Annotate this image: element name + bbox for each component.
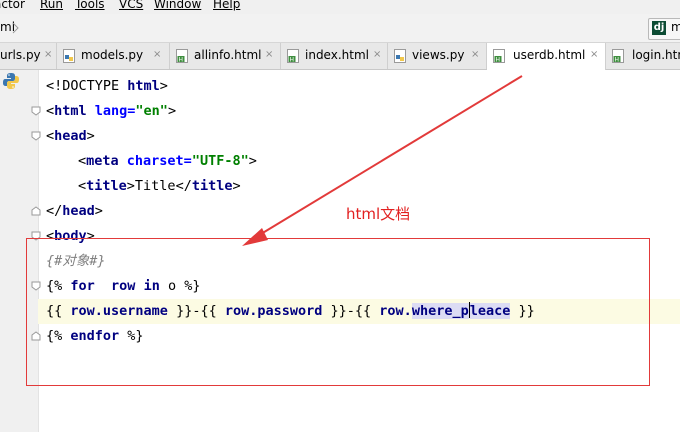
python-file-icon bbox=[63, 49, 75, 63]
menu-window[interactable]: Window bbox=[154, 0, 201, 11]
menu-window-label: Window bbox=[154, 0, 202, 11]
python-logo-icon bbox=[3, 73, 19, 89]
editor-tab-bar: urls.py × models.py × H allinfo.html × H… bbox=[0, 43, 680, 70]
code-token: Title bbox=[134, 178, 176, 194]
tab-label: login.htm bbox=[632, 48, 680, 62]
code-token: < bbox=[46, 103, 55, 119]
tab-login-html[interactable]: H login.htm bbox=[606, 43, 680, 69]
tab-index-html[interactable]: H index.html × bbox=[281, 43, 388, 69]
run-configuration-selector[interactable]: dj m bbox=[648, 18, 680, 40]
tab-label: userdb.html bbox=[513, 48, 586, 62]
code-token: > bbox=[159, 78, 168, 94]
code-token: lang= bbox=[94, 103, 136, 119]
fold-marker-icon[interactable] bbox=[31, 106, 41, 116]
code-line-1: <!DOCTYPE html> bbox=[46, 76, 168, 96]
fold-marker-icon[interactable] bbox=[31, 131, 41, 141]
code-token: < bbox=[78, 178, 87, 194]
close-icon[interactable]: × bbox=[265, 49, 273, 60]
code-token: > bbox=[248, 153, 257, 169]
tab-allinfo-html[interactable]: H allinfo.html × bbox=[170, 43, 281, 69]
code-token: charset= bbox=[126, 153, 192, 169]
tab-label: urls.py bbox=[0, 48, 41, 62]
close-icon[interactable]: × bbox=[590, 49, 598, 60]
code-token: > bbox=[86, 128, 95, 144]
menu-tools-label: Tools bbox=[75, 0, 105, 11]
menu-tools[interactable]: Tools bbox=[75, 0, 105, 11]
tab-models-py[interactable]: models.py × bbox=[57, 43, 170, 69]
code-token: </ bbox=[46, 203, 63, 219]
tab-views-py[interactable]: views.py × bbox=[388, 43, 487, 69]
code-token: <!DOCTYPE bbox=[46, 78, 128, 94]
code-line-5: <title>Title</title> bbox=[78, 176, 241, 196]
svg-text:H: H bbox=[179, 56, 184, 63]
menu-help[interactable]: Help bbox=[213, 0, 240, 11]
code-token: > bbox=[232, 178, 241, 194]
html-file-icon: H bbox=[287, 49, 299, 63]
code-token: "en" bbox=[135, 103, 168, 119]
breadcrumb-chevron-icon bbox=[12, 22, 19, 34]
svg-text:H: H bbox=[615, 56, 620, 63]
code-token: > bbox=[94, 203, 103, 219]
menu-refactor[interactable]: actor bbox=[0, 0, 25, 11]
close-icon[interactable]: × bbox=[44, 49, 52, 60]
menu-run[interactable]: Run bbox=[40, 0, 63, 11]
annotation-highlight-box bbox=[26, 238, 650, 386]
html-file-icon: H bbox=[612, 49, 624, 63]
close-icon[interactable]: × bbox=[373, 49, 381, 60]
tab-urls-py[interactable]: urls.py × bbox=[0, 43, 57, 69]
code-token: head bbox=[54, 128, 87, 144]
menu-vcs[interactable]: VCS bbox=[119, 0, 143, 11]
code-token: head bbox=[62, 203, 95, 219]
close-icon[interactable]: × bbox=[471, 49, 479, 60]
svg-text:H: H bbox=[496, 56, 501, 63]
code-token: "UTF-8" bbox=[191, 153, 249, 169]
python-file-icon bbox=[394, 49, 406, 63]
code-token: html bbox=[54, 103, 95, 119]
tab-label: models.py bbox=[81, 48, 144, 62]
code-line-4: <meta charset="UTF-8"> bbox=[78, 151, 257, 171]
tab-userdb-html[interactable]: H userdb.html × bbox=[487, 43, 606, 70]
svg-text:H: H bbox=[290, 56, 295, 63]
menu-vcs-label: VCS bbox=[119, 0, 144, 11]
tab-label: allinfo.html bbox=[194, 48, 262, 62]
html-file-icon: H bbox=[493, 49, 505, 63]
code-token: > bbox=[126, 178, 135, 194]
tab-label: views.py bbox=[412, 48, 465, 62]
tab-label: index.html bbox=[305, 48, 369, 62]
django-icon: dj bbox=[652, 21, 666, 35]
code-token: title bbox=[86, 178, 127, 194]
menu-help-label: Help bbox=[213, 0, 241, 11]
menu-bar: actor Run Tools VCS Window Help bbox=[0, 0, 680, 14]
code-token: > bbox=[167, 103, 177, 119]
code-line-6: </head> bbox=[46, 201, 103, 221]
annotation-label: html文档 bbox=[346, 205, 411, 223]
code-token: </ bbox=[175, 178, 192, 194]
code-token: < bbox=[78, 153, 87, 169]
fold-end-marker-icon[interactable] bbox=[31, 206, 41, 216]
code-token: meta bbox=[86, 153, 127, 169]
html-file-icon: H bbox=[176, 49, 188, 63]
code-token: html bbox=[127, 78, 160, 94]
code-token: title bbox=[191, 178, 233, 194]
code-line-3: <head> bbox=[46, 126, 95, 146]
navigation-toolbar: ml dj m bbox=[0, 14, 680, 43]
code-line-2: <html lang="en"> bbox=[46, 101, 176, 121]
run-configuration-label: m bbox=[671, 20, 680, 34]
code-token: < bbox=[46, 128, 55, 144]
menu-run-label: Run bbox=[40, 0, 64, 11]
close-icon[interactable]: × bbox=[153, 49, 161, 60]
